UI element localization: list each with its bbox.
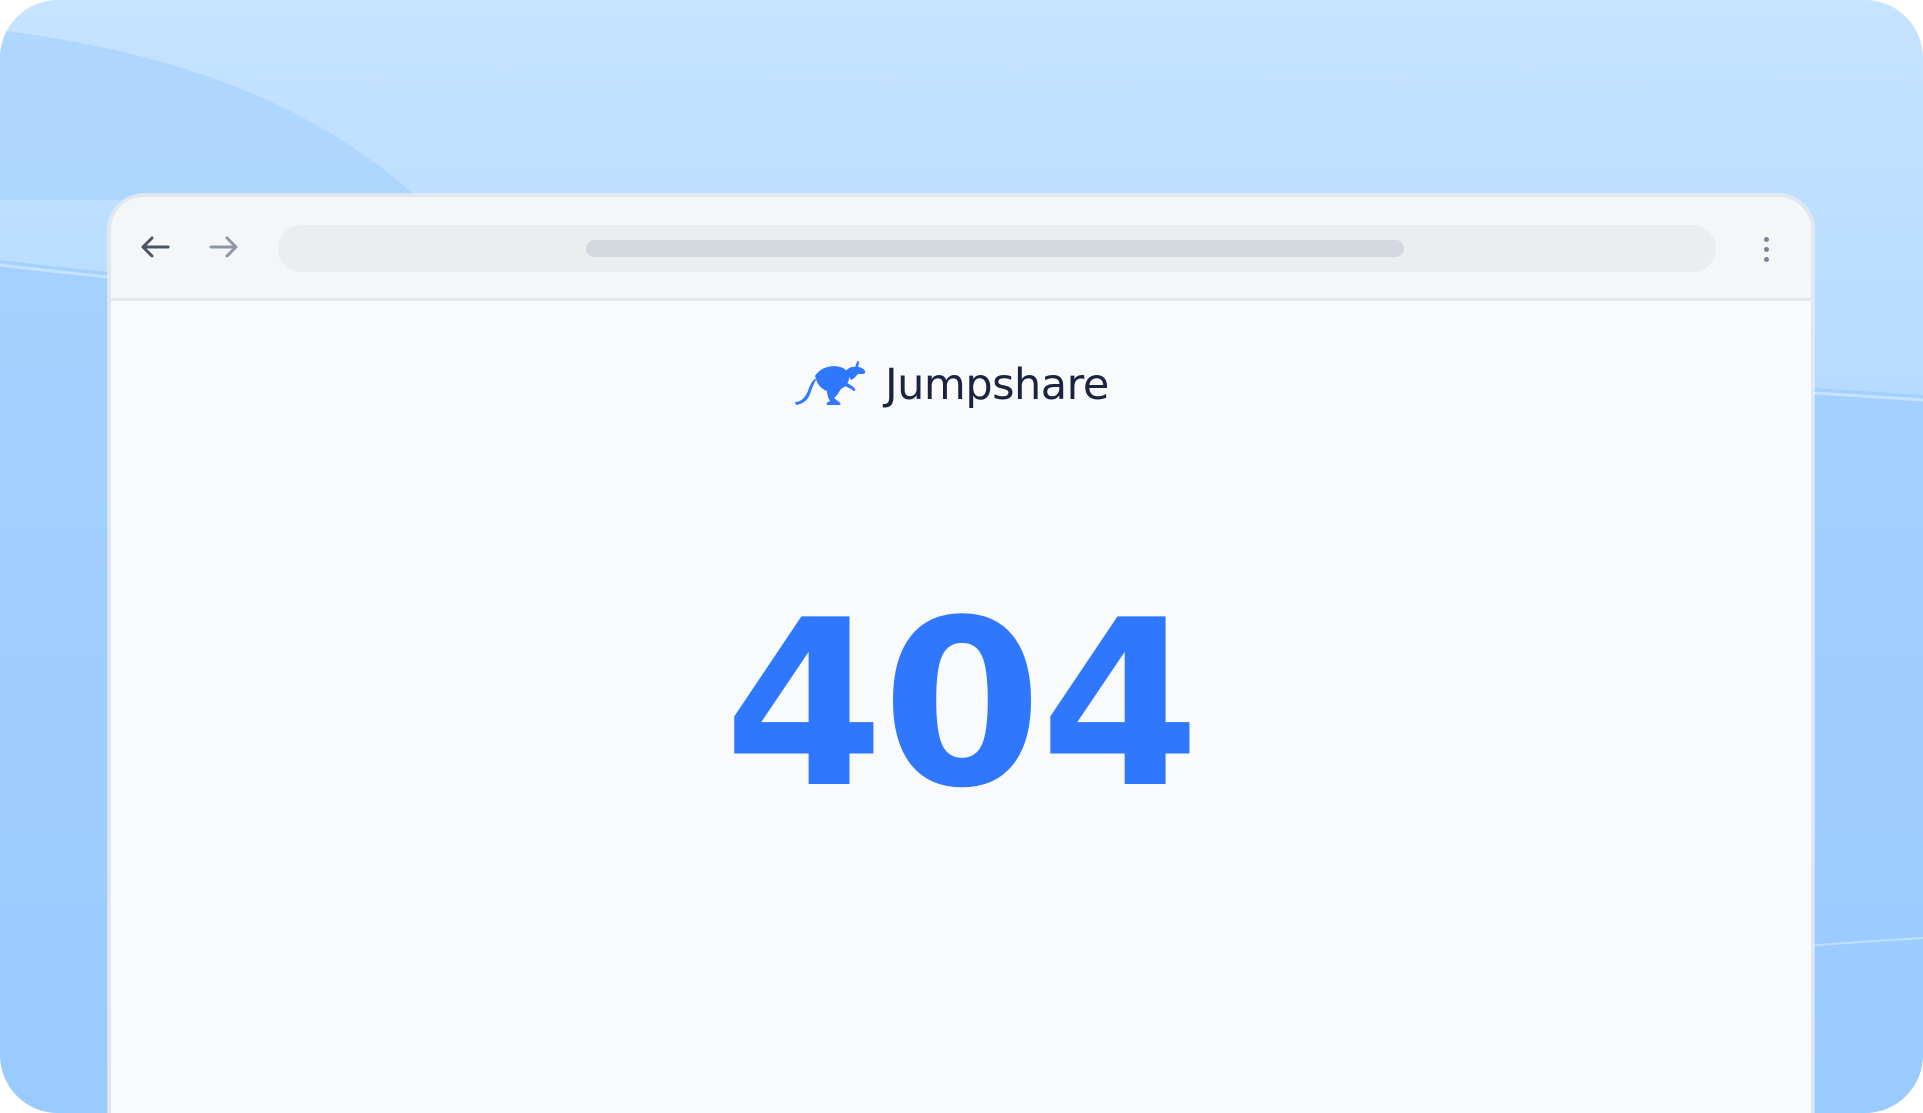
browser-toolbar xyxy=(111,197,1811,301)
arrow-left-icon xyxy=(141,236,170,258)
forward-button[interactable] xyxy=(204,227,244,267)
jumpshare-logo[interactable]: Jumpshare xyxy=(793,357,1109,413)
address-bar[interactable] xyxy=(278,225,1716,272)
kangaroo-icon xyxy=(795,360,866,405)
desktop-background: Jumpshare 404 xyxy=(0,0,1923,1113)
browser-menu-button[interactable] xyxy=(1755,229,1777,269)
kebab-menu-dot xyxy=(1763,246,1769,252)
page-content: Jumpshare 404 xyxy=(111,301,1811,1113)
arrow-right-icon xyxy=(209,236,238,258)
url-placeholder xyxy=(586,240,1404,257)
logo-wordmark: Jumpshare xyxy=(885,360,1109,410)
back-button[interactable] xyxy=(135,227,175,267)
kebab-menu-dot xyxy=(1763,256,1769,262)
browser-window: Jumpshare 404 xyxy=(108,194,1814,1113)
kebab-menu-icon xyxy=(1763,236,1769,242)
error-code-404: 404 xyxy=(723,572,1200,839)
